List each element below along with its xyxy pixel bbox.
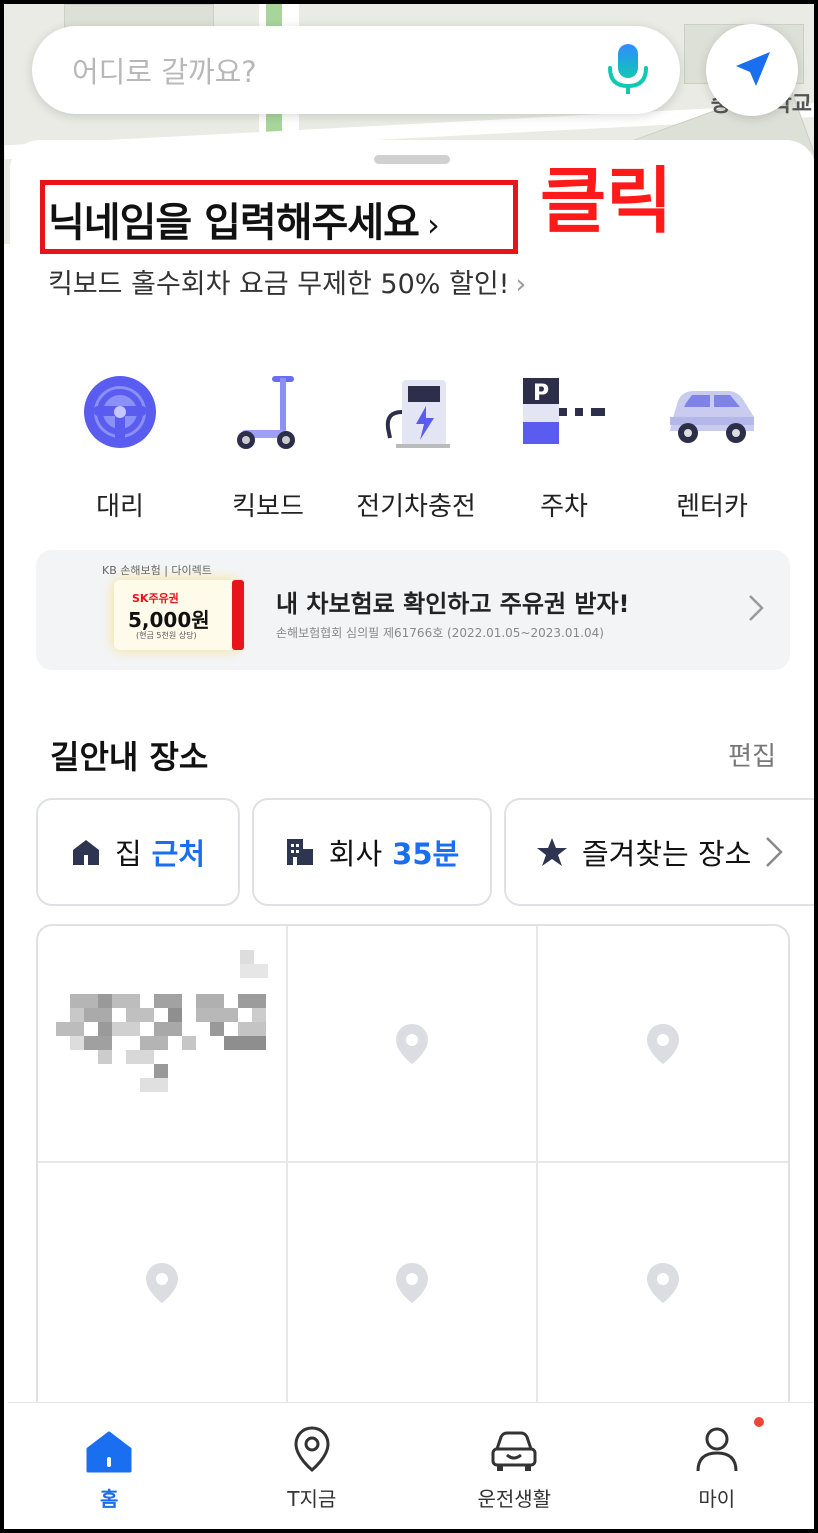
location-pin-icon xyxy=(647,1023,679,1064)
nickname-link[interactable]: 닉네임을 입력해주세요 › xyxy=(48,190,440,248)
service-label: 킥보드 xyxy=(232,492,304,522)
coupon-amount: 5,000원 xyxy=(128,608,210,632)
bottom-sheet: 닉네임을 입력해주세요 › 클릭 킥보드 홀수회차 요금 무제한 50% 할인! › xyxy=(10,140,814,1410)
notification-dot xyxy=(753,1417,764,1427)
location-pin-icon xyxy=(647,1262,679,1303)
banner-headline: 내 차보험료 확인하고 주유권 받자! xyxy=(276,590,630,618)
service-label: 주차 xyxy=(540,492,588,522)
saved-place-slot[interactable] xyxy=(288,1163,538,1404)
chip-detail: 근처 xyxy=(151,837,206,871)
nav-label: T지금 xyxy=(287,1487,337,1511)
saved-places-grid xyxy=(36,924,790,1404)
edit-button[interactable]: 편집 xyxy=(728,736,776,773)
building-icon xyxy=(285,837,315,867)
steering-wheel-icon xyxy=(70,362,170,462)
chip-name: 집 xyxy=(114,837,142,871)
service-kickboard[interactable]: 킥보드 xyxy=(194,362,342,523)
promo-text: 킥보드 홀수회차 요금 무제한 50% 할인! xyxy=(48,269,510,300)
home-icon xyxy=(86,1421,132,1473)
chip-detail: 35분 xyxy=(392,837,460,871)
rental-car-icon xyxy=(662,362,762,462)
service-label: 전기차충전 xyxy=(356,492,476,522)
svg-text:P: P xyxy=(533,381,549,406)
nickname-prompt: 닉네임을 입력해주세요 xyxy=(48,200,420,246)
banner-brand: KB 손해보험 | 다이렉트 xyxy=(102,564,212,577)
bottom-navigation: 홈 T지금 운전생활 마이 xyxy=(8,1402,815,1529)
star-icon xyxy=(536,837,568,867)
chevron-right-icon xyxy=(748,594,764,626)
click-annotation: 클릭 xyxy=(540,159,673,243)
chevron-right-icon: › xyxy=(515,269,527,300)
banner-disclaimer: 손해보험협회 심의필 제61766호 (2022.01.05~2023.01.0… xyxy=(276,626,604,640)
fuel-coupon-image: SK주유권 5,000원 (현금 5천원 상당) xyxy=(114,580,244,650)
person-icon xyxy=(695,1421,739,1473)
chevron-right-icon: › xyxy=(426,206,440,244)
coupon-note: (현금 5천원 상당) xyxy=(136,631,197,640)
insurance-banner[interactable]: KB 손해보험 | 다이렉트 SK주유권 5,000원 (현금 5천원 상당) … xyxy=(36,550,790,670)
nav-driving-life[interactable]: 운전생활 xyxy=(413,1403,616,1529)
chip-name: 즐겨찾는 장소 xyxy=(582,837,752,871)
nav-label: 운전생활 xyxy=(477,1487,552,1511)
place-chip-favorites[interactable]: 즐겨찾는 장소 xyxy=(504,798,814,906)
car-icon xyxy=(489,1421,539,1473)
location-pin-icon xyxy=(396,1262,428,1303)
promo-link[interactable]: 킥보드 홀수회차 요금 무제한 50% 할인! › xyxy=(48,262,526,301)
blurred-place-image xyxy=(56,950,268,1092)
nav-my[interactable]: 마이 xyxy=(616,1403,815,1529)
place-chip-work[interactable]: 회사 35분 xyxy=(252,798,492,906)
service-rental-car[interactable]: 렌터카 xyxy=(638,362,786,523)
chip-name: 회사 xyxy=(328,837,383,871)
home-icon xyxy=(71,838,101,866)
sheet-drag-handle[interactable] xyxy=(374,155,450,164)
saved-place-slot[interactable] xyxy=(538,1163,788,1404)
location-pin-icon xyxy=(146,1262,178,1303)
place-chip-home[interactable]: 집 근처 xyxy=(36,798,240,906)
ev-charger-icon xyxy=(366,362,466,462)
nav-tnow[interactable]: T지금 xyxy=(211,1403,414,1529)
service-designated-driver[interactable]: 대리 xyxy=(46,362,194,523)
location-pin-icon xyxy=(396,1023,428,1064)
search-placeholder: 어디로 갈까요? xyxy=(72,55,257,89)
nav-label: 홈 xyxy=(100,1487,119,1511)
search-bar[interactable]: 어디로 갈까요? xyxy=(32,26,680,114)
nav-label: 마이 xyxy=(698,1487,736,1511)
saved-place-slot[interactable] xyxy=(38,1163,288,1404)
service-parking[interactable]: P 주차 xyxy=(490,362,638,523)
mic-icon[interactable] xyxy=(598,40,658,100)
service-ev-charging[interactable]: 전기차충전 xyxy=(342,362,490,523)
saved-place-slot[interactable] xyxy=(538,926,788,1163)
service-label: 렌터카 xyxy=(676,492,748,522)
service-label: 대리 xyxy=(96,492,144,522)
nav-home[interactable]: 홈 xyxy=(8,1403,211,1529)
service-shortcuts: 대리 킥보드 전기차충전 P 주차 렌터카 xyxy=(46,362,786,523)
saved-place-slot[interactable] xyxy=(288,926,538,1163)
parking-icon: P xyxy=(514,362,614,462)
places-title: 길안내 장소 xyxy=(50,738,209,776)
chevron-right-icon xyxy=(765,836,784,868)
location-pin-icon xyxy=(292,1421,332,1473)
navigation-arrow-icon[interactable] xyxy=(706,24,798,116)
saved-place-slot[interactable] xyxy=(38,926,288,1163)
kickboard-icon xyxy=(218,362,318,462)
app-frame: 숭평중학교 어디로 갈까요? 닉네임을 입력해주세요› 클릭 킥보드 홀수회차 … xyxy=(0,0,818,1533)
